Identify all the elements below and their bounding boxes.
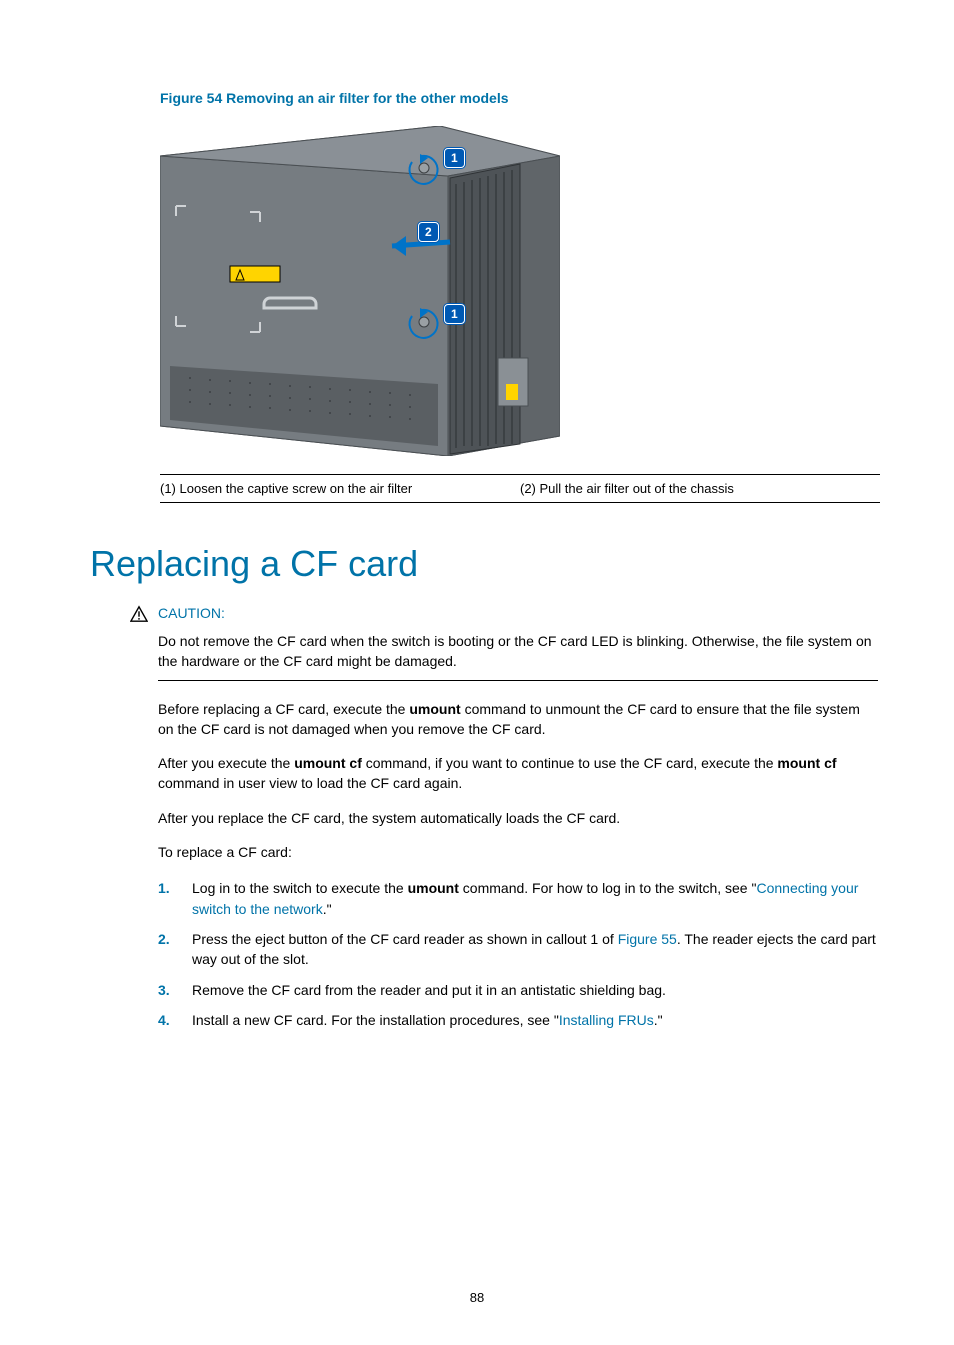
text: command, if you want to continue to use … [362, 755, 778, 771]
command-umount: umount [408, 880, 459, 896]
chassis-illustration [160, 126, 560, 456]
text: command in user view to load the CF card… [158, 775, 462, 791]
link-installing-frus[interactable]: Installing FRUs [559, 1012, 654, 1028]
callout-2: 2 [418, 222, 439, 242]
link-figure-55[interactable]: Figure 55 [618, 931, 677, 947]
step-3: Remove the CF card from the reader and p… [158, 980, 878, 1000]
text: Install a new CF card. For the installat… [192, 1012, 559, 1028]
figure-image: 1 2 1 [160, 118, 580, 468]
command-umount: umount [409, 701, 460, 717]
paragraph-1: Before replacing a CF card, execute the … [158, 699, 878, 740]
text: After you execute the [158, 755, 294, 771]
text: Before replacing a CF card, execute the [158, 701, 409, 717]
section-heading: Replacing a CF card [90, 543, 864, 585]
callout-1-top: 1 [444, 148, 465, 168]
text: Log in to the switch to execute the [192, 880, 408, 896]
figure-legend: (1) Loosen the captive screw on the air … [160, 474, 880, 503]
caution-text: Do not remove the CF card when the switc… [158, 631, 878, 681]
paragraph-2: After you execute the umount cf command,… [158, 753, 878, 794]
step-2: Press the eject button of the CF card re… [158, 929, 878, 970]
paragraph-4: To replace a CF card: [158, 842, 878, 862]
command-mount-cf: mount cf [777, 755, 836, 771]
text: ." [654, 1012, 663, 1028]
legend-item-2: (2) Pull the air filter out of the chass… [520, 481, 880, 496]
text: Press the eject button of the CF card re… [192, 931, 618, 947]
caution-icon [130, 605, 158, 627]
command-umount-cf: umount cf [294, 755, 362, 771]
step-1: Log in to the switch to execute the umou… [158, 878, 878, 919]
step-4: Install a new CF card. For the installat… [158, 1010, 878, 1030]
legend-item-1: (1) Loosen the captive screw on the air … [160, 481, 520, 496]
text: command. For how to log in to the switch… [459, 880, 757, 896]
text: ." [323, 901, 332, 917]
paragraph-3: After you replace the CF card, the syste… [158, 808, 878, 828]
procedure-steps: Log in to the switch to execute the umou… [158, 878, 878, 1030]
page-number: 88 [90, 1290, 864, 1305]
caution-label: CAUTION: [158, 605, 225, 627]
callout-1-bottom: 1 [444, 304, 465, 324]
figure-caption: Figure 54 Removing an air filter for the… [160, 90, 864, 106]
